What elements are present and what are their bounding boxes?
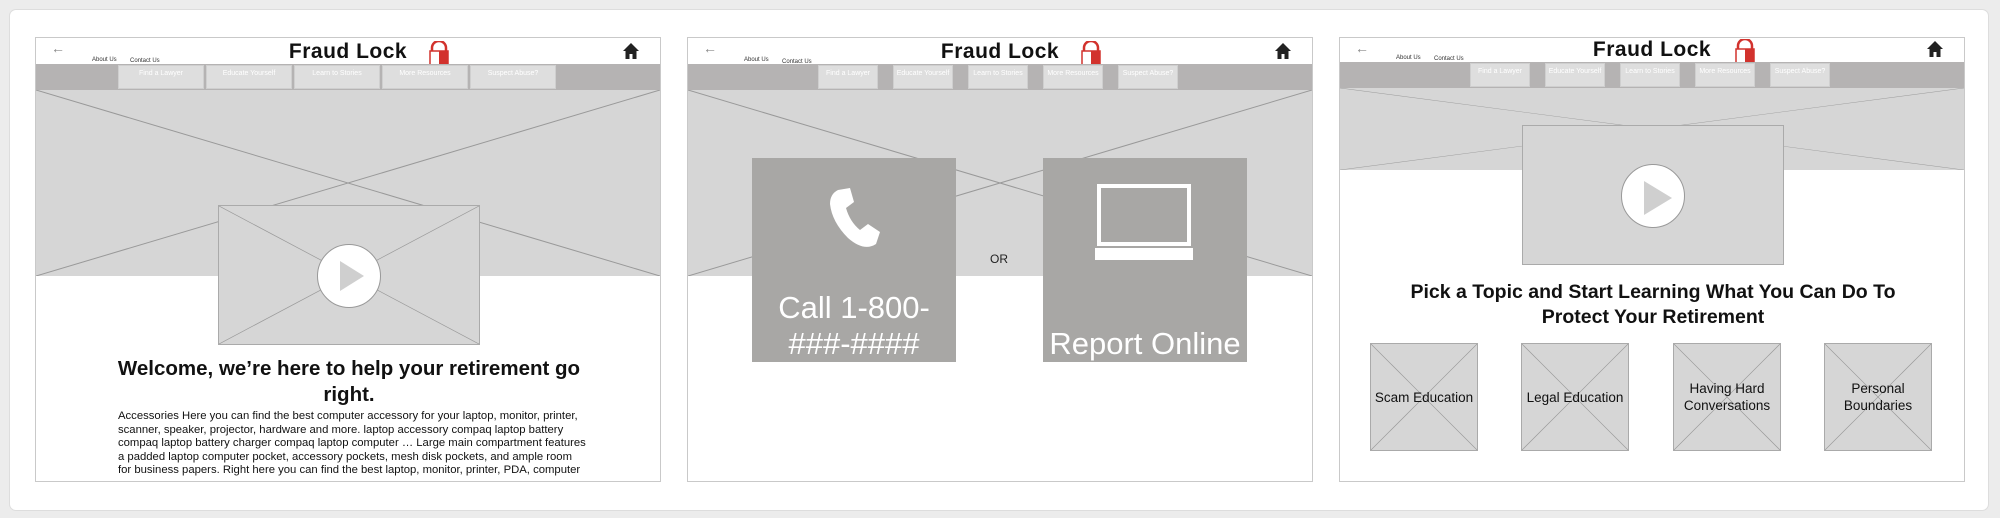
play-button-icon[interactable] xyxy=(1621,164,1685,228)
welcome-headline: Welcome, we’re here to help your retirem… xyxy=(117,357,581,406)
tab-suspect-abuse[interactable]: Suspect Abuse? xyxy=(470,65,556,89)
topic-card-legal-education[interactable]: Legal Education xyxy=(1521,343,1629,451)
video-player[interactable] xyxy=(1522,125,1784,265)
topic-label: Legal Education xyxy=(1526,389,1624,405)
laptop-icon xyxy=(1095,184,1193,260)
video-player[interactable] xyxy=(218,205,480,345)
tab-more-resources[interactable]: More Resources xyxy=(1043,65,1103,89)
call-label: Call 1-800-###-#### xyxy=(778,290,930,361)
header: ← About Us Contact Us Fraud Lock xyxy=(1340,38,1964,64)
home-icon[interactable] xyxy=(1926,40,1944,58)
app-title: Fraud Lock xyxy=(288,40,408,63)
app-title: Fraud Lock xyxy=(1592,38,1712,61)
topic-label: Personal Boundaries xyxy=(1843,381,1913,413)
tab-learn-stories[interactable]: Learn to Stories xyxy=(1620,63,1680,87)
padlock-logo-icon xyxy=(1081,41,1101,65)
tab-suspect-abuse[interactable]: Suspect Abuse? xyxy=(1118,65,1178,89)
nav-bar: Find a Lawyer Educate Yourself Learn to … xyxy=(1340,62,1964,88)
tab-suspect-abuse[interactable]: Suspect Abuse? xyxy=(1770,63,1830,87)
topic-card-personal-boundaries[interactable]: Personal Boundaries xyxy=(1824,343,1932,451)
header: ← About Us Contact Us Fraud Lock xyxy=(688,38,1312,65)
or-separator: OR xyxy=(990,252,1008,266)
tab-find-lawyer[interactable]: Find a Lawyer xyxy=(1470,63,1530,87)
wireframe-board: ← About Us Contact Us Fraud Lock Find a … xyxy=(10,10,1988,510)
tab-more-resources[interactable]: More Resources xyxy=(382,65,468,89)
topic-label: Having Hard Conversations xyxy=(1683,381,1771,413)
screen-contact-options: ← About Us Contact Us Fraud Lock Find a … xyxy=(687,37,1313,482)
report-online-button[interactable]: Report Online xyxy=(1043,158,1247,362)
topics-headline: Pick a Topic and Start Learning What You… xyxy=(1410,281,1896,328)
home-icon[interactable] xyxy=(622,42,640,60)
topic-label: Scam Education xyxy=(1374,389,1474,405)
screen-topics: ← About Us Contact Us Fraud Lock Find a … xyxy=(1339,37,1965,482)
nav-bar: Find a Lawyer Educate Yourself Learn to … xyxy=(36,64,660,90)
header: ← About Us Contact Us Fraud Lock xyxy=(36,38,660,65)
screen-welcome: ← About Us Contact Us Fraud Lock Find a … xyxy=(35,37,661,482)
tab-educate-yourself[interactable]: Educate Yourself xyxy=(206,65,292,89)
tab-educate-yourself[interactable]: Educate Yourself xyxy=(893,65,953,89)
padlock-logo-icon xyxy=(1735,39,1755,63)
call-hotline-button[interactable]: Call 1-800-###-#### xyxy=(752,158,956,362)
phone-icon xyxy=(830,188,880,247)
app-title: Fraud Lock xyxy=(940,40,1060,63)
topic-card-hard-conversations[interactable]: Having Hard Conversations xyxy=(1673,343,1781,451)
welcome-body-text: Accessories Here you can find the best c… xyxy=(118,410,586,477)
tab-learn-stories[interactable]: Learn to Stories xyxy=(968,65,1028,89)
tab-educate-yourself[interactable]: Educate Yourself xyxy=(1545,63,1605,87)
tab-learn-stories[interactable]: Learn to Stories xyxy=(294,65,380,89)
home-icon[interactable] xyxy=(1274,42,1292,60)
padlock-logo-icon xyxy=(429,41,449,65)
report-label: Report Online xyxy=(1049,326,1241,361)
tab-find-lawyer[interactable]: Find a Lawyer xyxy=(818,65,878,89)
tab-more-resources[interactable]: More Resources xyxy=(1695,63,1755,87)
nav-bar: Find a Lawyer Educate Yourself Learn to … xyxy=(688,64,1312,90)
tab-find-lawyer[interactable]: Find a Lawyer xyxy=(118,65,204,89)
topic-card-scam-education[interactable]: Scam Education xyxy=(1370,343,1478,451)
play-button-icon[interactable] xyxy=(317,244,381,308)
